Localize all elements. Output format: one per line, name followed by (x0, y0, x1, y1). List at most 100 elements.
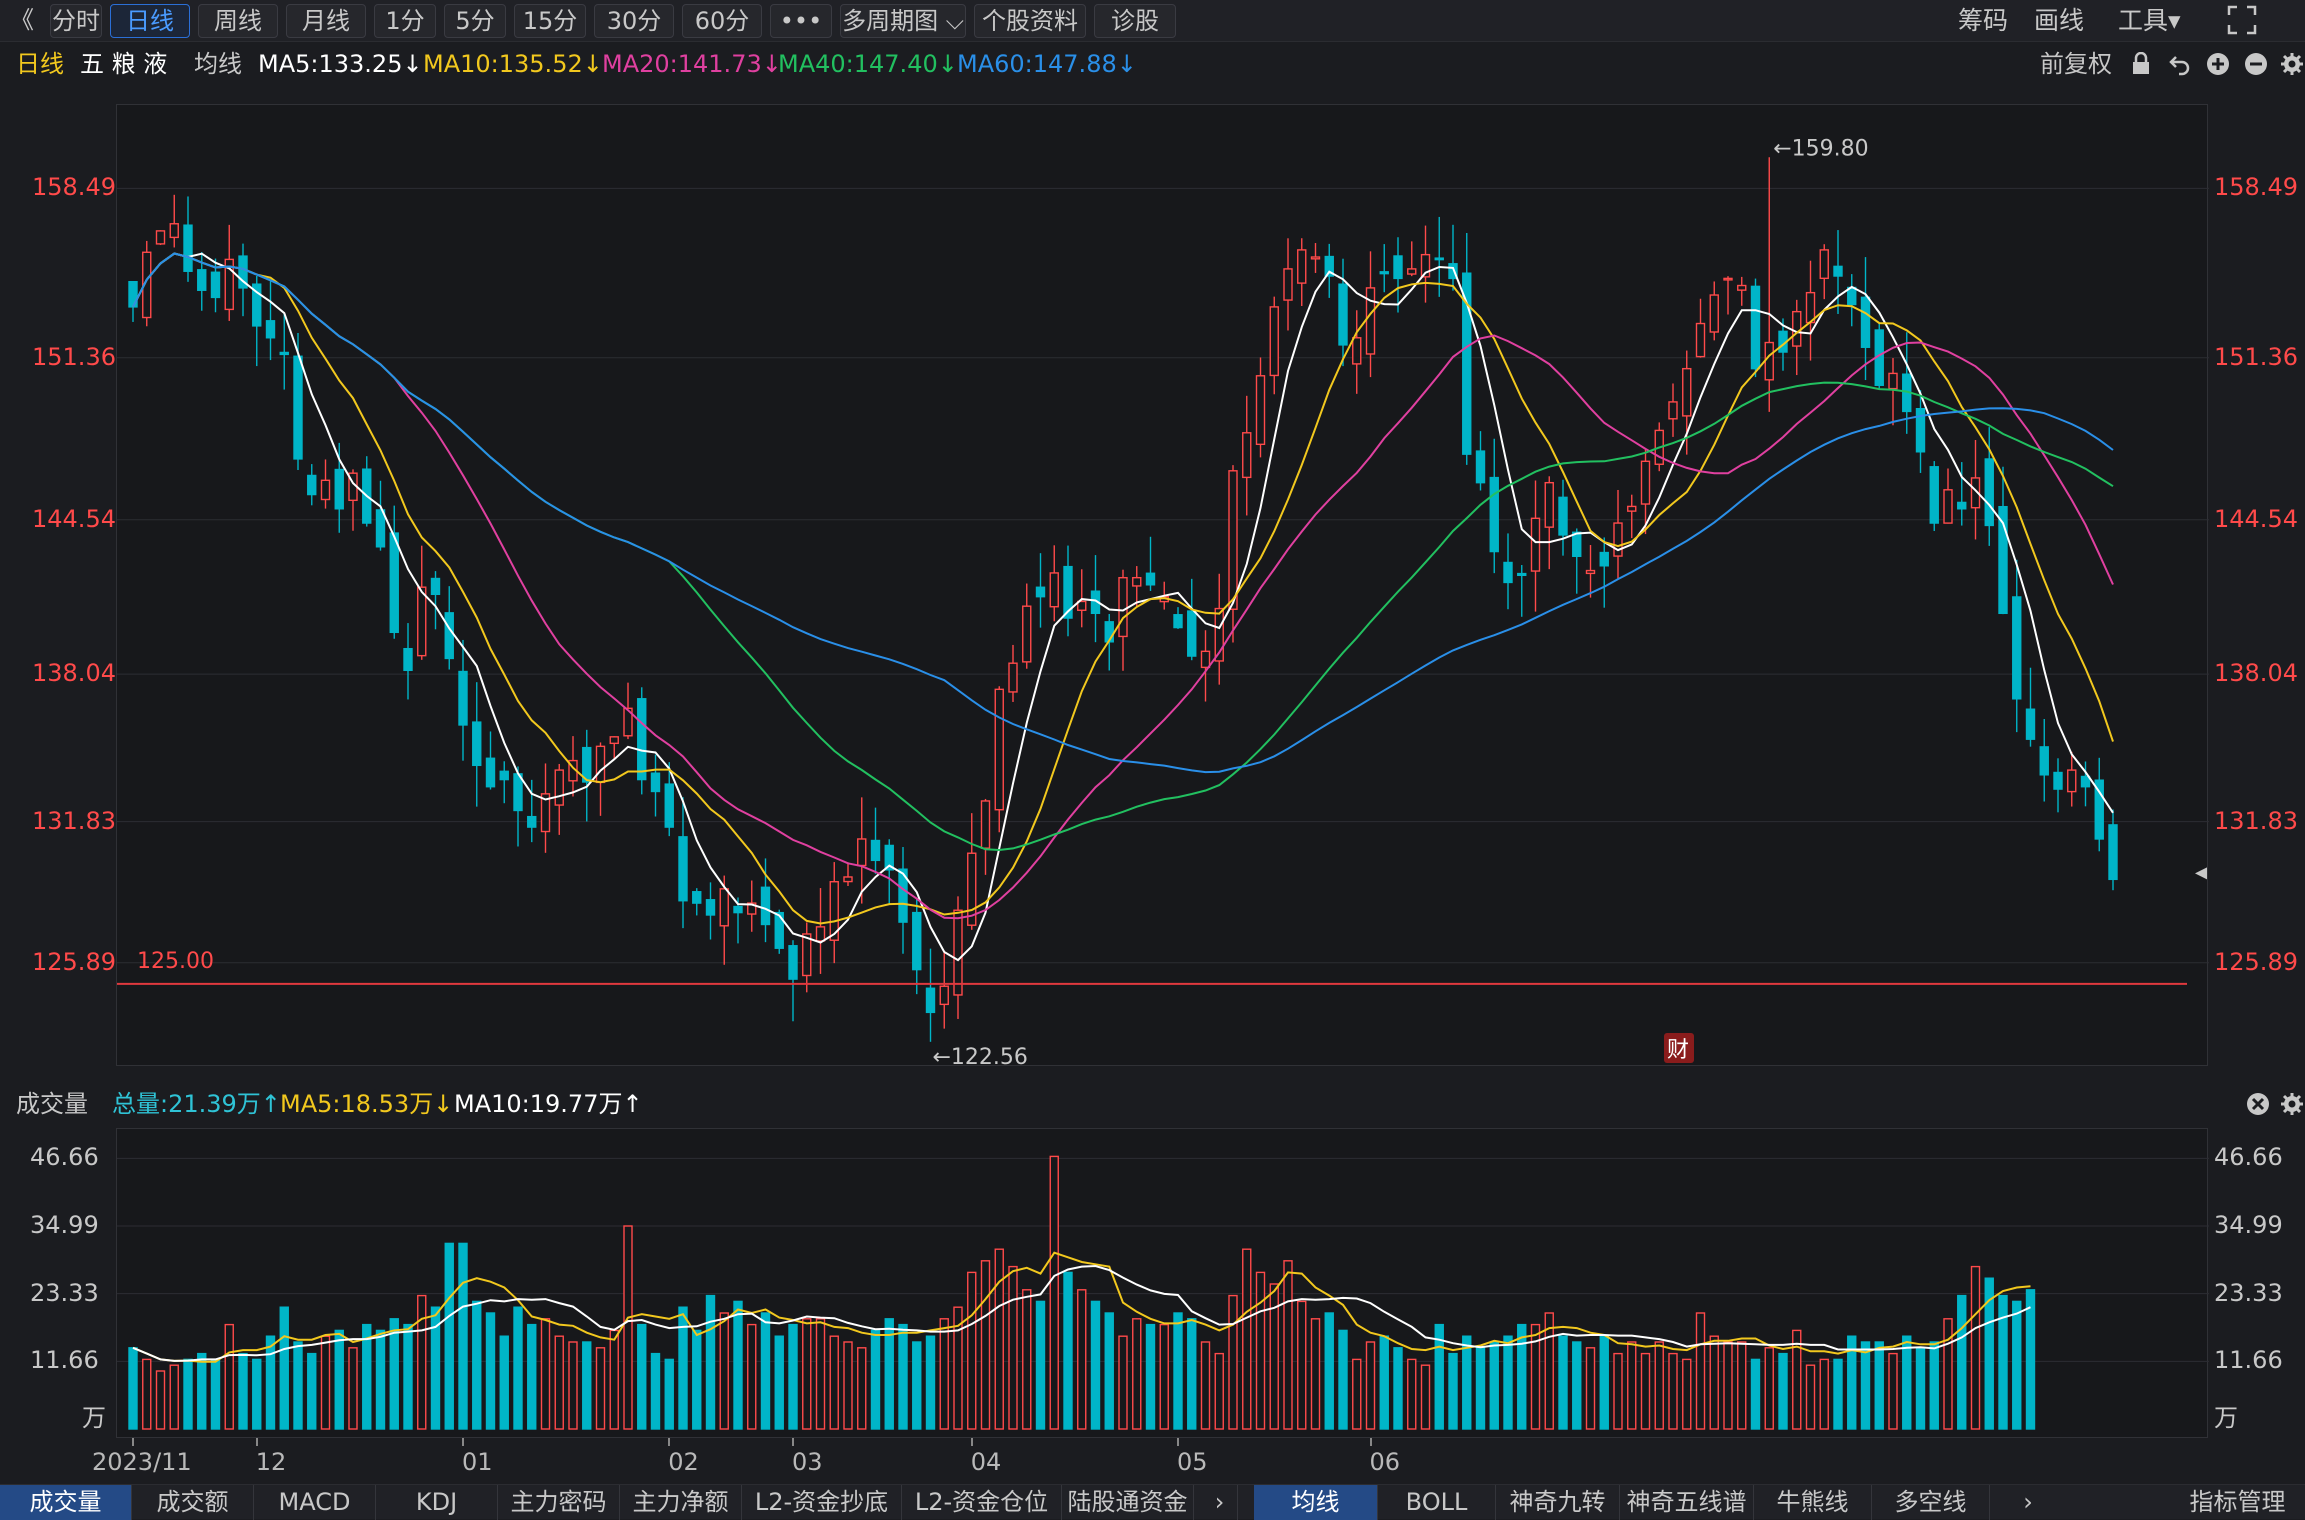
indicator-tab-3[interactable]: KDJ (376, 1485, 498, 1520)
overlay-tab-5[interactable]: 多空线 (1872, 1485, 1990, 1520)
adjust-mode-button[interactable]: 前复权 (2040, 48, 2112, 80)
price-tick-r: 151.36 (2214, 342, 2298, 371)
candle-body (1530, 517, 1541, 572)
volume-bar (774, 1335, 784, 1430)
indicator-tab-0[interactable]: 成交量 (0, 1485, 132, 1520)
candle-body (1517, 572, 1527, 577)
indicator-tab-4[interactable]: 主力密码 (498, 1485, 620, 1520)
kline-chart-panel[interactable]: 125.00 ←159.80 ←122.56 财 (116, 104, 2209, 1070)
overlay-tab-1[interactable]: BOLL (1378, 1485, 1496, 1520)
candle-body (1792, 310, 1802, 347)
indicator-settings-gear-icon[interactable] (2280, 1092, 2304, 1124)
candle-body (843, 876, 853, 883)
candle-body (2039, 746, 2049, 776)
candle-body (1544, 481, 1554, 528)
volume-bar (1874, 1341, 1884, 1430)
candle-body (197, 269, 207, 291)
volume-bar (747, 1323, 757, 1430)
tab-month[interactable]: 月线 (286, 4, 366, 38)
volume-bar (1187, 1318, 1197, 1430)
candle-body (334, 468, 344, 510)
zoom-out-icon[interactable] (2244, 52, 2268, 84)
tab-profile[interactable]: 个股资料 (974, 4, 1086, 38)
candle-body (1860, 296, 1871, 348)
tab-week[interactable]: 周线 (198, 4, 278, 38)
close-indicator-icon[interactable] (2246, 1092, 2270, 1124)
fullscreen-icon[interactable] (2226, 4, 2258, 38)
candle-body (760, 886, 771, 926)
overlay-tab-0[interactable]: 均线 (1254, 1485, 1378, 1520)
volume-bar (320, 1335, 331, 1430)
tab-day[interactable]: 日线 (110, 4, 190, 38)
volume-bar (1063, 1271, 1073, 1430)
date-tick-mark (255, 1438, 258, 1446)
volume-chart[interactable] (117, 1129, 2209, 1439)
volume-bar (1365, 1341, 1376, 1430)
candle-body (1709, 294, 1719, 333)
lock-icon[interactable] (2130, 51, 2152, 84)
volume-bar (265, 1335, 276, 1430)
candle-body (994, 688, 1004, 811)
period-label: 日线 (16, 50, 64, 78)
indicator-tab-2[interactable]: MACD (254, 1485, 376, 1520)
candle-body (1957, 501, 1967, 510)
overlay-tab-4[interactable]: 牛熊线 (1754, 1485, 1872, 1520)
drawing-button[interactable]: 画线 (2034, 4, 2084, 38)
date-tick: 04 (970, 1448, 1002, 1476)
volume-bar (238, 1352, 248, 1430)
indicator-tab-8[interactable]: 陆股通资金 (1062, 1485, 1194, 1520)
indicator-manage-button[interactable]: 指标管理 (2170, 1485, 2305, 1520)
volume-tick: 11.66 (2214, 1346, 2283, 1375)
volume-bar (1654, 1341, 1664, 1430)
candle-body (1572, 531, 1582, 558)
stock-name: 五 粮 液 (80, 50, 168, 78)
finance-report-badge[interactable]: 财 (1664, 1033, 1694, 1063)
volume-bar (1943, 1318, 1953, 1430)
tabs2-scroll-right-icon[interactable]: › (2010, 1485, 2046, 1520)
overlay-tab-2[interactable]: 神奇九转 (1496, 1485, 1620, 1520)
date-tick: 01 (462, 1448, 493, 1476)
tab-5min[interactable]: 5分 (444, 4, 506, 38)
tabs-scroll-right-icon[interactable]: › (1202, 1485, 1238, 1520)
indicator-tab-1[interactable]: 成交额 (132, 1485, 254, 1520)
tab-60min[interactable]: 60分 (682, 4, 762, 38)
tab-15min[interactable]: 15分 (514, 4, 586, 38)
volume-bar (1393, 1347, 1403, 1430)
undo-icon[interactable] (2168, 52, 2192, 84)
tab-more[interactable]: ••• (770, 4, 832, 38)
indicator-tab-5[interactable]: 主力净额 (620, 1485, 742, 1520)
candle-body (705, 899, 716, 916)
candle-body (169, 223, 179, 239)
volume-bar (1310, 1318, 1321, 1430)
candle-body (1737, 284, 1747, 291)
candle-body (485, 757, 496, 788)
volume-chart-panel[interactable] (116, 1128, 2209, 1439)
date-tick: 05 (1177, 1448, 1208, 1476)
tab-multi-period[interactable]: 多周期图 ⌵ (840, 4, 966, 38)
overlay-tab-3[interactable]: 神奇五线谱 (1620, 1485, 1754, 1520)
volume-bar (1118, 1335, 1128, 1430)
volume-tick: 万 (2214, 1404, 2238, 1432)
tab-30min[interactable]: 30分 (594, 4, 674, 38)
candle-body (293, 355, 303, 460)
back-button[interactable]: 《 (4, 4, 40, 38)
tab-diagnose[interactable]: 诊股 (1094, 4, 1176, 38)
volume-bar (1159, 1323, 1169, 1430)
candle-body (1393, 255, 1403, 280)
kline-chart[interactable]: 125.00 ←159.80 ←122.56 财 (117, 105, 2209, 1070)
candle-body (1255, 375, 1266, 446)
tab-fenshi[interactable]: 分时 (50, 4, 102, 38)
indicator-tab-6[interactable]: L2-资金抄底 (742, 1485, 902, 1520)
tab-1min[interactable]: 1分 (374, 4, 436, 38)
zoom-in-icon[interactable] (2206, 52, 2230, 84)
volume-bar (1145, 1323, 1156, 1430)
tools-menu[interactable]: 工具▾ (2118, 4, 2181, 38)
volume-bar (1970, 1265, 1981, 1430)
price-tick-r: 138.04 (2214, 659, 2298, 688)
ma-setting-label[interactable]: 均线 (194, 48, 242, 80)
chip-distribution-button[interactable]: 筹码 (1958, 4, 2008, 38)
candle-body (1187, 610, 1197, 657)
settings-gear-icon[interactable] (2280, 52, 2304, 84)
volume-bar (1200, 1341, 1211, 1430)
indicator-tab-7[interactable]: L2-资金仓位 (902, 1485, 1062, 1520)
